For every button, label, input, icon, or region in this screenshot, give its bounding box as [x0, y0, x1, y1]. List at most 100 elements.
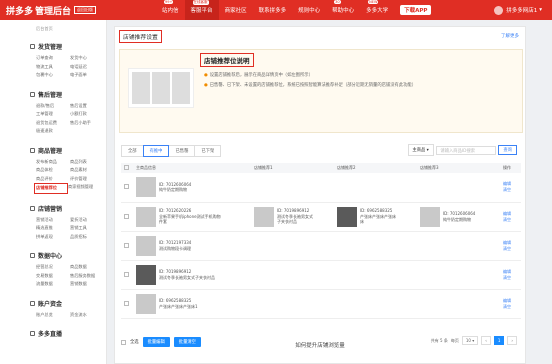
product-card[interactable]: ID: 7019896912测试冬季长袖男女式子夹衣衬品: [254, 206, 331, 227]
clear-link[interactable]: 清空: [503, 304, 511, 309]
product-card[interactable]: ID: 7019896912测试冬季长袖男女式子夹衣衬品: [136, 264, 248, 285]
search-button[interactable]: 查询: [498, 145, 517, 155]
sidebar-group-title[interactable]: 商品管理: [30, 146, 106, 155]
product-image: [420, 206, 440, 227]
user-menu[interactable]: 拼多多网店1 ▾: [494, 5, 542, 15]
row-checkbox-cell[interactable]: [121, 173, 133, 203]
sidebar-item[interactable]: 交易数据: [36, 272, 70, 281]
sidebar-item[interactable]: 发布新商品: [36, 158, 70, 167]
edit-link[interactable]: 编辑: [503, 181, 511, 186]
sidebar-item[interactable]: 品质招标: [70, 233, 104, 242]
sidebar-group-title[interactable]: 账户资金: [30, 299, 106, 308]
sidebar-item[interactable]: 精选直推: [36, 224, 70, 233]
back-to-old-version-button[interactable]: 返回旧版: [74, 6, 97, 14]
row-checkbox[interactable]: [124, 213, 129, 219]
sidebar-item[interactable]: 订单查询: [36, 54, 70, 63]
sidebar-item[interactable]: 商品列表: [70, 158, 104, 167]
sidebar-item[interactable]: 营销活动: [36, 216, 70, 225]
sidebar-item[interactable]: 经营总况: [36, 263, 70, 272]
sidebar-item[interactable]: 退款/售后: [36, 102, 70, 111]
sidebar-item[interactable]: 包裹中心: [36, 71, 70, 80]
group-title-label: 数据中心: [38, 253, 63, 260]
product-card[interactable]: ID: 6962588325 产张床产张床产张床1: [136, 293, 248, 314]
sidebar-item[interactable]: 商品体检: [36, 166, 70, 175]
row-checkbox-cell[interactable]: [121, 231, 133, 261]
nav-item[interactable]: 规则中心: [292, 0, 326, 20]
download-app-button[interactable]: 下载APP: [400, 5, 432, 15]
sidebar-item[interactable]: 工单管理: [36, 110, 70, 119]
sidebar-item[interactable]: 流量数据: [36, 280, 70, 289]
edit-link[interactable]: 编辑: [503, 240, 511, 245]
row-checkbox-cell[interactable]: [121, 202, 133, 232]
group-icon: [30, 147, 35, 153]
product-card[interactable]: ID: 7012197334 测试购物段卡调理: [136, 235, 248, 256]
sidebar-group-title[interactable]: 数据中心: [30, 251, 106, 260]
sidebar-group: 多多直播: [0, 319, 106, 338]
nav-item[interactable]: 商家社区: [219, 0, 253, 20]
edit-link[interactable]: 编辑: [503, 298, 511, 303]
sidebar-item[interactable]: 发货中心: [70, 54, 104, 63]
sidebar-row: 工单管理 小额打款: [36, 110, 106, 119]
edit-link[interactable]: 编辑: [503, 269, 511, 274]
product-card[interactable]: ID: 6962588325 产张床产张床产张床床: [337, 206, 414, 227]
search-type-select[interactable]: 主商品 ▾: [408, 144, 435, 156]
nav-item[interactable]: 30 帮助中心: [326, 0, 360, 20]
clear-link[interactable]: 清空: [503, 217, 511, 222]
learn-more-link[interactable]: 了解更多: [501, 33, 519, 39]
sidebar-item[interactable]: 售后小助手: [70, 119, 104, 128]
row-checkbox[interactable]: [124, 242, 129, 248]
filter-tab[interactable]: 已下架: [194, 145, 222, 157]
nav-item[interactable]: NEW 多多大学: [360, 0, 394, 20]
row-checkbox[interactable]: [124, 300, 129, 306]
nav-item[interactable]: 联系拼多多: [253, 0, 293, 20]
sidebar-item[interactable]: 营销工具: [70, 224, 104, 233]
sidebar-item[interactable]: 商品数据: [70, 263, 104, 272]
sidebar-home-link[interactable]: 后台首页: [0, 20, 106, 32]
product-card[interactable]: ID: 7012606064 纯牛奶定期购物: [136, 177, 248, 198]
logo[interactable]: 拼多多 管理后台: [6, 4, 71, 17]
sidebar-item[interactable]: 退货包运费: [36, 119, 70, 128]
sidebar-item[interactable]: 资金流水: [70, 311, 104, 320]
clear-link[interactable]: 清空: [503, 275, 511, 280]
filter-tab[interactable]: 有推中: [142, 145, 170, 157]
edit-link[interactable]: 编辑: [503, 211, 511, 216]
sidebar-item[interactable]: 账户总览: [36, 311, 70, 320]
product-card[interactable]: ID: 7012620226 全新苹果手机iphone测试手机购物 件套: [136, 206, 248, 227]
sidebar-group-title[interactable]: 多多直播: [30, 329, 106, 338]
sidebar-item[interactable]: 电子面单: [70, 71, 104, 80]
row-checkbox-cell[interactable]: [121, 260, 133, 290]
sidebar-item[interactable]: 极速退款: [36, 127, 70, 136]
sidebar-item[interactable]: 评价管理: [70, 175, 104, 184]
search-input[interactable]: 请输入商品ID搜索: [436, 145, 497, 155]
sidebar-item[interactable]: 商品素材: [70, 166, 104, 175]
sidebar-item[interactable]: 电话延迟: [70, 63, 104, 72]
row-checkbox[interactable]: [124, 184, 129, 190]
nav-item[interactable]: 在线客服 客服平台: [184, 0, 219, 20]
product-image: [337, 206, 357, 227]
sidebar-item[interactable]: [70, 127, 104, 136]
sidebar-item[interactable]: 小额打款: [70, 110, 104, 119]
sidebar-item[interactable]: 商家视频管理: [68, 183, 102, 194]
header-checkbox[interactable]: [121, 163, 133, 173]
sidebar-item[interactable]: 拼单返现: [36, 233, 70, 242]
recommendation-table: 主商品信息 店铺推荐1 店铺推荐2 店铺推荐3 操作 ID: 701260606…: [121, 163, 521, 319]
sidebar-item[interactable]: 营销数据: [70, 280, 104, 289]
row-checkbox[interactable]: [124, 271, 129, 277]
nav-item[interactable]: 99+ 站内信: [156, 0, 185, 20]
sidebar-group-title[interactable]: 发货管理: [30, 42, 106, 51]
sidebar-item[interactable]: 爱折活动: [70, 216, 104, 225]
filter-tab[interactable]: 全部: [121, 145, 144, 157]
sidebar-group-title[interactable]: 售后管理: [30, 90, 106, 99]
sidebar-item[interactable]: 商品评价: [36, 175, 70, 184]
sidebar-item[interactable]: 店铺推荐位: [34, 183, 68, 194]
sidebar-item[interactable]: 售后设置: [70, 102, 104, 111]
clear-link[interactable]: 清空: [503, 187, 511, 192]
sidebar-item[interactable]: 售后服务数据: [70, 272, 104, 281]
sidebar-item[interactable]: 物流工具: [36, 63, 70, 72]
row-checkbox-cell[interactable]: [121, 289, 133, 319]
sidebar-group-title[interactable]: 店铺营销: [30, 204, 106, 213]
filter-tab[interactable]: 已售罄: [168, 145, 196, 157]
product-text: ID: 6962588325 产张床产张床产张床床: [360, 208, 396, 225]
clear-link[interactable]: 清空: [503, 246, 511, 251]
product-card[interactable]: ID: 7012606064 纯牛奶定期购物: [420, 206, 497, 227]
